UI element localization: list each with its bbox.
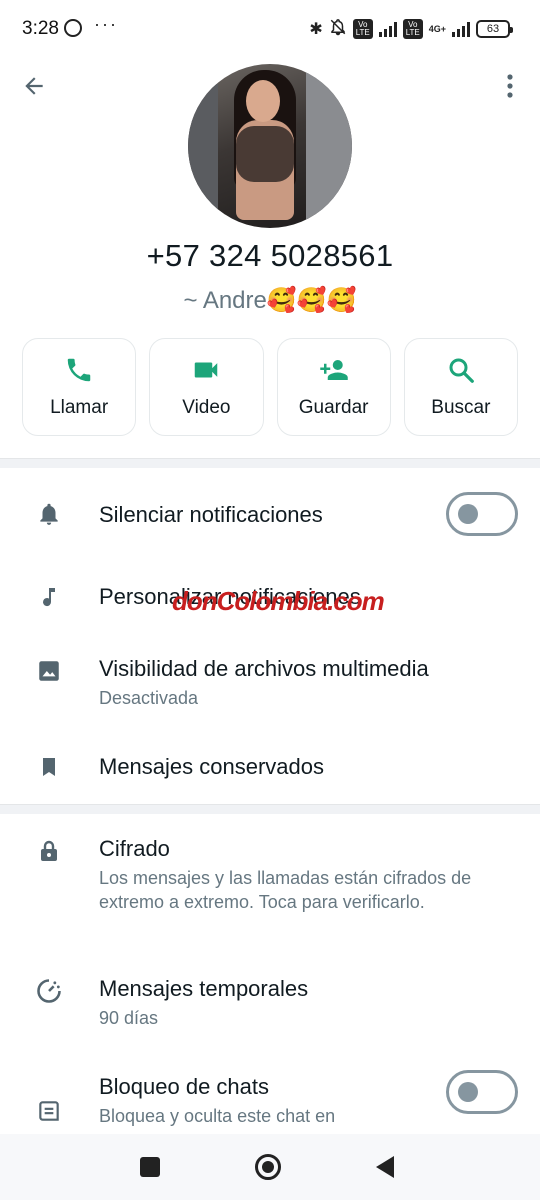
search-icon	[449, 358, 474, 383]
nav-back-button[interactable]	[376, 1156, 394, 1178]
contact-header: +57 324 5028561 ~ Andre🥰🥰🥰 Llamar Video …	[0, 48, 540, 458]
media-visibility-title: Visibilidad de archivos multimedia	[99, 656, 429, 681]
video-icon	[195, 362, 218, 378]
encryption-subtitle: Los mensajes y las llamadas están cifrad…	[99, 868, 472, 912]
disappearing-messages-row[interactable]: Mensajes temporales 90 días	[0, 958, 540, 1048]
bell-icon	[34, 499, 64, 529]
encryption-row[interactable]: Cifrado Los mensajes y las llamadas está…	[0, 814, 540, 946]
status-bar: 3:28 ··· ✱ Vo LTE Vo LTE 4G+ 63	[0, 0, 540, 48]
media-visibility-subtitle: Desactivada	[99, 688, 199, 708]
chat-lock-title: Bloqueo de chats	[99, 1074, 270, 1099]
battery-icon: 63	[476, 20, 513, 38]
mute-title: Silenciar notificaciones	[99, 502, 323, 527]
mute-notifications-row[interactable]: Silenciar notificaciones	[0, 468, 540, 560]
media-visibility-row[interactable]: Visibilidad de archivos multimedia Desac…	[0, 640, 540, 730]
chat-lock-toggle[interactable]	[446, 1070, 518, 1114]
save-label: Guardar	[298, 397, 369, 418]
kept-messages-row[interactable]: Mensajes conservados	[0, 738, 540, 800]
more-vert-icon	[507, 74, 513, 98]
quick-actions: Llamar Video Guardar Buscar	[22, 338, 518, 436]
video-call-button[interactable]: Video	[149, 338, 264, 436]
section-divider	[0, 458, 540, 468]
save-contact-button[interactable]: Guardar	[276, 338, 391, 436]
watermark: donColombia.com	[172, 586, 385, 616]
status-icons: ✱ Vo LTE Vo LTE 4G+ 63	[309, 18, 513, 41]
section-divider-2	[0, 804, 540, 814]
profile-photo[interactable]	[188, 64, 352, 228]
mute-toggle[interactable]	[446, 492, 518, 536]
contact-phone-number: +57 324 5028561	[146, 238, 394, 273]
encryption-title: Cifrado	[99, 836, 170, 861]
disappearing-subtitle: 90 días	[99, 1008, 159, 1028]
search-label: Buscar	[431, 397, 491, 418]
contact-push-name: ~ Andre🥰🥰🥰	[183, 287, 357, 314]
arrow-back-icon	[25, 77, 43, 95]
call-button[interactable]: Llamar	[22, 338, 137, 436]
chat-lock-row[interactable]: Bloqueo de chats Bloquea y oculta este c…	[0, 1056, 540, 1134]
phone-icon	[67, 358, 91, 382]
signal-icon-2	[452, 21, 470, 37]
lock-icon	[34, 836, 64, 866]
music-note-icon	[34, 582, 64, 612]
recents-button[interactable]	[140, 1157, 160, 1177]
volte-badge: Vo LTE	[352, 19, 373, 39]
add-person-icon	[319, 360, 348, 380]
status-time: 3:28	[22, 18, 59, 39]
video-label: Video	[182, 397, 231, 418]
kept-messages-title: Mensajes conservados	[99, 754, 325, 779]
timer-icon	[34, 976, 64, 1006]
disappearing-title: Mensajes temporales	[99, 976, 309, 1001]
call-label: Llamar	[50, 397, 109, 418]
bell-muted-icon	[329, 18, 347, 41]
volte-badge-2: Vo LTE	[402, 19, 423, 39]
chat-lock-subtitle: Bloquea y oculta este chat en	[99, 1106, 336, 1126]
bluetooth-icon: ✱	[309, 21, 323, 38]
chat-lock-icon	[34, 1096, 64, 1126]
search-button[interactable]: Buscar	[403, 338, 518, 436]
bookmark-icon	[34, 752, 64, 782]
network-type: 4G+	[428, 23, 446, 34]
image-icon	[34, 656, 64, 686]
whatsapp-notification-icon	[64, 19, 82, 37]
more-options-button[interactable]	[494, 66, 526, 106]
home-button[interactable]	[255, 1154, 281, 1180]
more-notifications-icon: ···	[94, 14, 118, 34]
back-button[interactable]	[14, 66, 54, 106]
signal-icon	[378, 21, 397, 37]
